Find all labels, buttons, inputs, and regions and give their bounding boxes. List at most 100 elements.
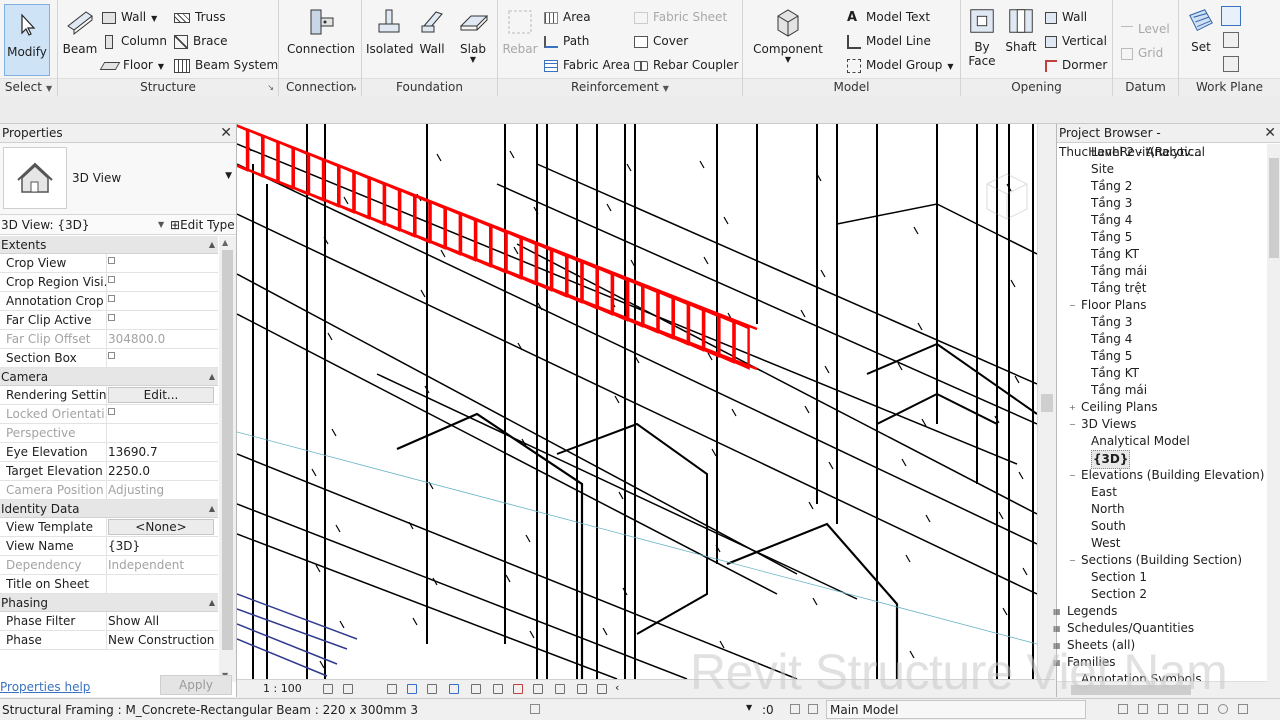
browser-item[interactable]: Tầng 5 [1057,229,1267,246]
property-button[interactable]: Edit... [108,387,214,403]
property-value[interactable]: 13690.7 [106,443,218,461]
by-face-button[interactable]: By Face [965,6,999,68]
property-value[interactable]: {3D} [106,537,218,555]
fabric-sheet-button[interactable]: Fabric Sheet [634,8,727,26]
filter-count-icon[interactable] [1238,704,1248,714]
wall-foundation-button[interactable]: Wall [412,6,452,56]
detail-level-icon[interactable] [323,684,333,694]
property-value[interactable] [106,254,218,272]
properties-scrollbar[interactable]: ▲ ▼ [219,236,236,682]
path-button[interactable]: Path [544,32,589,50]
scroll-up-icon[interactable]: ▲ [222,238,228,247]
property-value[interactable]: Edit... [106,386,218,404]
collapse-icon[interactable]: − [1069,297,1076,314]
expand-icon[interactable]: + [1069,399,1076,416]
worksets-icon[interactable] [530,704,540,714]
browser-item[interactable]: {3D} [1057,450,1267,469]
browser-item[interactable]: Tầng 4 [1057,212,1267,229]
node-icon[interactable]: ▦ [1053,654,1061,671]
brace-button[interactable]: Brace [174,32,228,50]
cover-button[interactable]: Cover [634,32,688,50]
close-icon[interactable]: ✕ [220,124,232,143]
property-value[interactable]: New Construction [106,631,218,649]
browser-node[interactable]: − Sections (Building Section) [1057,552,1267,569]
dormer-button[interactable]: Dormer [1045,56,1107,74]
select-underlay-icon[interactable] [1138,704,1148,714]
checkbox[interactable] [108,257,115,264]
beam-system-button[interactable]: Beam System [174,56,278,74]
analytical-model-icon[interactable] [555,684,565,694]
browser-node[interactable]: ▦ Schedules/Quantities [1053,620,1267,637]
model-group-button[interactable]: Model Group ▼ [847,56,954,74]
floor-button[interactable]: Floor ▼ [99,56,164,74]
browser-scrollbar[interactable] [1267,144,1280,697]
truss-button[interactable]: Truss [174,8,226,26]
browser-item[interactable]: Level 2 - Analytical [1057,144,1267,161]
browser-item[interactable]: Tầng 2 [1057,178,1267,195]
viewcube-icon[interactable] [977,164,1037,234]
property-group[interactable]: Identity Data ▲ [0,500,218,518]
render-icon[interactable] [427,684,437,694]
fabric-area-button[interactable]: Fabric Area [544,56,630,74]
scroll-thumb[interactable] [1269,158,1279,258]
property-value[interactable]: Show All [106,612,218,630]
shaft-button[interactable]: Shaft [1001,6,1041,54]
crop-view-icon[interactable] [449,684,459,694]
property-group[interactable]: Camera ▲ [0,368,218,386]
structural-wall-button[interactable]: Wall ▼ [102,8,157,26]
browser-item[interactable]: Tầng 5 [1057,348,1267,365]
active-model-select[interactable]: Main Model [826,700,1086,719]
browser-item[interactable]: Tầng 3 [1057,314,1267,331]
node-icon[interactable]: ▦ [1053,637,1061,654]
component-button[interactable]: Component ▼ [751,6,825,64]
browser-node[interactable]: ▦ Families [1053,654,1267,671]
modify-button[interactable]: Modify [4,4,50,76]
filter-icon[interactable] [1218,704,1228,714]
browser-item[interactable]: Tầng KT [1057,246,1267,263]
checkbox[interactable] [108,352,115,359]
browser-node[interactable]: −3D Views [1057,416,1267,433]
chevron-down-icon[interactable]: ▼ [225,171,232,181]
select-dropdown[interactable]: Select ▼ [0,78,57,96]
browser-node[interactable]: ▦ Legends [1053,603,1267,620]
browser-item[interactable]: Tầng trệt [1057,280,1267,297]
browser-item[interactable]: Section 2 [1057,586,1267,603]
rebar-coupler-button[interactable]: Rebar Coupler [634,56,739,74]
browser-node[interactable]: + Ceiling Plans [1057,399,1267,416]
browser-item[interactable]: North [1057,501,1267,518]
scroll-thumb[interactable] [222,250,233,650]
browser-item[interactable]: Tầng 4 [1057,331,1267,348]
checkbox[interactable] [108,408,115,415]
rebar-button[interactable]: Rebar [500,6,540,56]
stirrup-rebar[interactable] [277,140,294,190]
property-group[interactable]: Phasing ▲ [0,594,218,612]
scroll-thumb[interactable] [1041,394,1053,412]
browser-node[interactable]: ▦ Sheets (all) [1053,637,1267,654]
reinforcement-dropdown[interactable]: Reinforcement ▼ [498,78,742,96]
sun-path-icon[interactable] [387,684,397,694]
browser-item[interactable]: Tầng mái [1057,382,1267,399]
property-button[interactable]: <None> [108,519,214,535]
property-value[interactable]: 2250.0 [106,462,218,480]
reveal-hidden-icon[interactable] [533,684,543,694]
checkbox[interactable] [108,276,115,283]
viewport-scrollbar[interactable] [1037,124,1055,679]
wall-opening-button[interactable]: Wall [1045,8,1087,26]
node-icon[interactable]: ▦ [1053,603,1061,620]
collapse-icon[interactable]: − [1069,467,1076,484]
collapse-icon[interactable]: − [1069,416,1076,433]
grid-button[interactable]: Grid [1121,44,1163,62]
checkbox[interactable] [108,314,115,321]
show-work-plane-button[interactable] [1221,6,1241,26]
scroll-thumb[interactable] [1071,685,1191,695]
highlight-displacement-icon[interactable] [577,684,587,694]
property-value[interactable] [106,273,218,291]
set-button[interactable]: Set [1183,6,1219,54]
model-text-button[interactable]: A Model Text [847,8,930,26]
chevron-down-icon[interactable]: ▼ [746,703,756,713]
node-icon[interactable]: ▦ [1053,620,1061,637]
instance-selector[interactable]: 3D View: {3D} ▼ ⊞Edit Type [0,215,236,235]
unlock-view-icon[interactable] [493,684,503,694]
viewer-button[interactable] [1223,56,1239,72]
type-selector[interactable]: 3D View ▼ [0,143,236,215]
